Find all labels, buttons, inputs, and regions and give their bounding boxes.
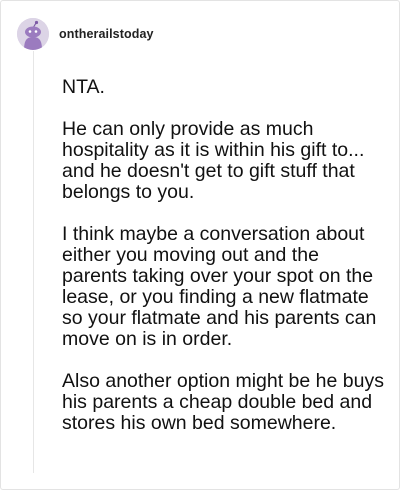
comment-paragraph: I think maybe a conversation about eithe… (62, 223, 377, 350)
comment-card: ontherailstoday NTA. He can only provide… (0, 0, 400, 490)
username[interactable]: ontherailstoday (59, 27, 154, 41)
comment-header: ontherailstoday (17, 17, 154, 51)
snoo-avatar-icon[interactable] (17, 18, 49, 50)
comment-paragraph: NTA. (62, 76, 105, 98)
comment-body: NTA. He can only provide as much hospita… (62, 77, 384, 455)
thread-line[interactable] (33, 51, 34, 473)
comment-paragraph: Also another option might be he buys his… (62, 370, 384, 434)
comment-paragraph: He can only provide as much hospitality … (62, 118, 365, 203)
